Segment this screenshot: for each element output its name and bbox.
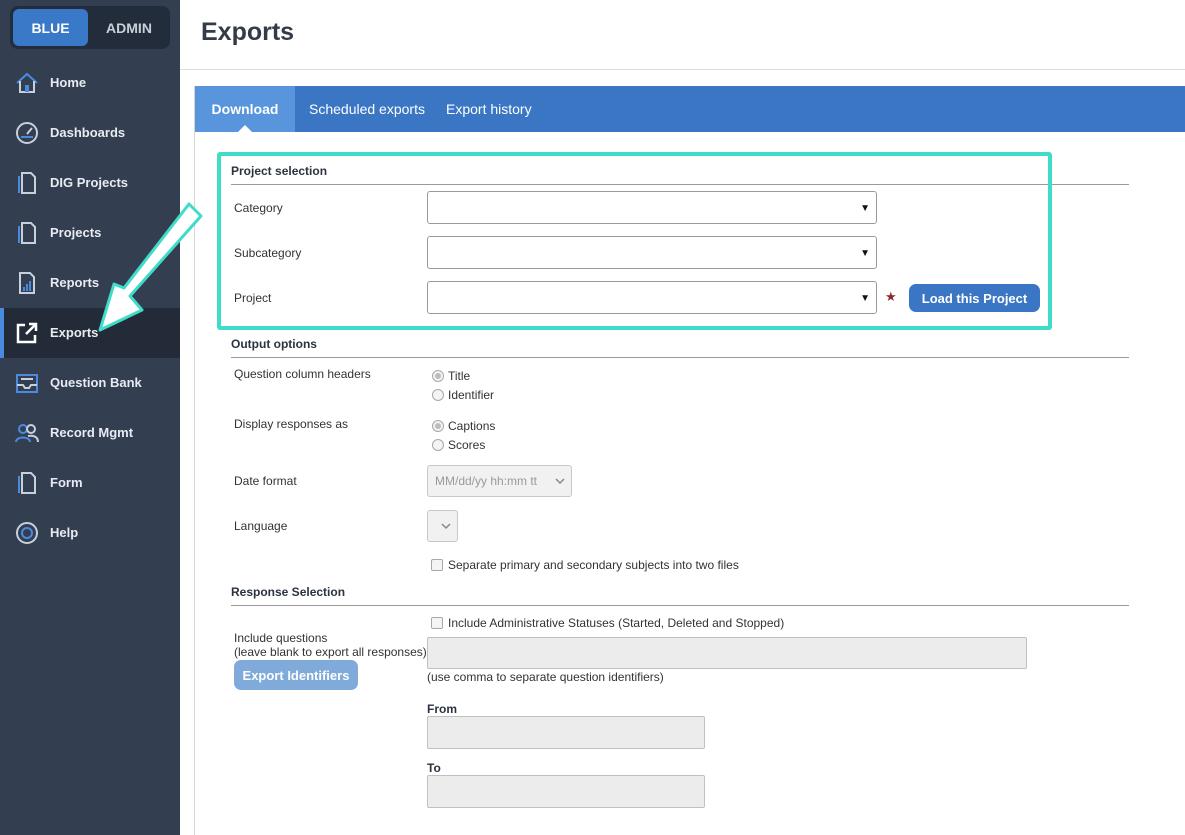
project-selection-heading: Project selection (231, 164, 1129, 185)
date-format-value: MM/dd/yy hh:mm tt (435, 474, 538, 488)
output-options-heading: Output options (231, 337, 1129, 358)
dropdown-arrow-icon: ▼ (860, 293, 870, 304)
from-label: From (427, 702, 457, 716)
sidebar-item-label: Question Bank (50, 375, 142, 390)
sidebar-item-record-mgmt[interactable]: Record Mgmt (0, 408, 180, 458)
page-title: Exports (201, 18, 295, 46)
users-icon (15, 424, 39, 443)
subcategory-select[interactable]: ▼ (427, 236, 877, 269)
required-star-icon: ★ (885, 289, 897, 304)
include-questions-input[interactable] (427, 637, 1027, 669)
radio-dot (432, 420, 444, 432)
subcategory-label: Subcategory (234, 246, 302, 260)
include-questions-title: Include questions (234, 631, 328, 645)
checkbox-box (431, 559, 443, 571)
export-identifiers-button[interactable]: Export Identifiers (234, 660, 358, 690)
comma-hint: (use comma to separate question identifi… (427, 670, 664, 684)
language-select[interactable] (427, 510, 458, 542)
category-select[interactable]: ▼ (427, 191, 877, 224)
radio-title[interactable]: Title (432, 369, 470, 383)
language-label: Language (234, 519, 288, 533)
sidebar-item-label: Projects (50, 225, 102, 240)
page-header: Exports (180, 0, 1185, 70)
sidebar-item-projects[interactable]: Projects (0, 208, 180, 258)
sidebar-item-help[interactable]: Help (0, 508, 180, 558)
sidebar-item-label: Exports (50, 325, 99, 340)
sidebar-item-label: Dashboards (50, 125, 126, 140)
project-select[interactable]: ▼ (427, 281, 877, 314)
document-icon (18, 172, 36, 194)
blue-mode-button[interactable]: BLUE (13, 9, 88, 46)
chevron-down-icon (441, 523, 451, 530)
exports-panel: Download Scheduled exports Export histor… (194, 86, 1185, 835)
sidebar-item-label: Record Mgmt (50, 425, 134, 440)
dashboard-gauge-icon (16, 122, 38, 144)
radio-dot (432, 370, 444, 382)
radio-label: Identifier (448, 388, 495, 402)
external-link-icon (16, 322, 38, 344)
sidebar-item-label: Help (50, 525, 79, 540)
tab-scheduled-exports[interactable]: Scheduled exports (295, 86, 439, 132)
column-headers-label: Question column headers (234, 367, 371, 381)
radio-identifier[interactable]: Identifier (432, 388, 494, 402)
checkbox-label: Include Administrative Statuses (Started… (448, 616, 785, 630)
lifebuoy-icon (16, 522, 38, 544)
date-format-select[interactable]: MM/dd/yy hh:mm tt (427, 465, 572, 497)
document-icon (18, 472, 36, 494)
include-questions-hint: (leave blank to export all responses) (234, 645, 427, 659)
radio-dot (432, 389, 444, 401)
checkbox-box (431, 617, 443, 629)
sidebar-item-home[interactable]: Home (0, 58, 180, 108)
sidebar-item-dig-projects[interactable]: DIG Projects (0, 158, 180, 208)
checkbox-label: Separate primary and secondary subjects … (448, 558, 739, 572)
to-date-input[interactable] (427, 775, 705, 808)
radio-dot (432, 439, 444, 451)
from-date-input[interactable] (427, 716, 705, 749)
home-icon (16, 72, 38, 93)
to-label: To (427, 761, 441, 775)
tab-bar: Download Scheduled exports Export histor… (195, 86, 1185, 132)
dropdown-arrow-icon: ▼ (860, 248, 870, 259)
mode-toggle: BLUE ADMIN (10, 6, 170, 49)
separate-files-checkbox[interactable]: Separate primary and secondary subjects … (431, 558, 739, 572)
sidebar-item-label: Home (50, 75, 87, 90)
sidebar-item-question-bank[interactable]: Question Bank (0, 358, 180, 408)
sidebar-item-label: Reports (50, 275, 100, 290)
sidebar-item-dashboards[interactable]: Dashboards (0, 108, 180, 158)
radio-scores[interactable]: Scores (432, 438, 485, 452)
response-selection-heading: Response Selection (231, 585, 1129, 606)
date-format-label: Date format (234, 474, 297, 488)
dropdown-arrow-icon: ▼ (860, 203, 870, 214)
sidebar: BLUE ADMIN Home Dashboards DIG Projects … (0, 0, 180, 835)
radio-label: Captions (448, 419, 496, 433)
document-icon (18, 222, 36, 244)
sidebar-item-exports[interactable]: Exports (0, 308, 180, 358)
admin-statuses-checkbox[interactable]: Include Administrative Statuses (Started… (431, 616, 784, 630)
report-chart-icon (19, 272, 35, 294)
sidebar-item-reports[interactable]: Reports (0, 258, 180, 308)
radio-captions[interactable]: Captions (432, 419, 495, 433)
sidebar-item-label: Form (50, 475, 83, 490)
sidebar-item-label: DIG Projects (50, 175, 129, 190)
sidebar-item-form[interactable]: Form (0, 458, 180, 508)
category-label: Category (234, 201, 283, 215)
admin-mode-button[interactable]: ADMIN (90, 9, 168, 46)
project-label: Project (234, 291, 272, 305)
include-questions-label: Include questions (leave blank to export… (234, 631, 427, 659)
inbox-tray-icon (16, 374, 38, 393)
load-project-button[interactable]: Load this Project (909, 284, 1040, 312)
radio-label: Scores (448, 438, 486, 452)
radio-label: Title (448, 369, 471, 383)
tab-download[interactable]: Download (195, 86, 295, 132)
chevron-down-icon (555, 478, 565, 485)
tab-export-history[interactable]: Export history (432, 86, 546, 132)
display-responses-label: Display responses as (234, 417, 349, 431)
